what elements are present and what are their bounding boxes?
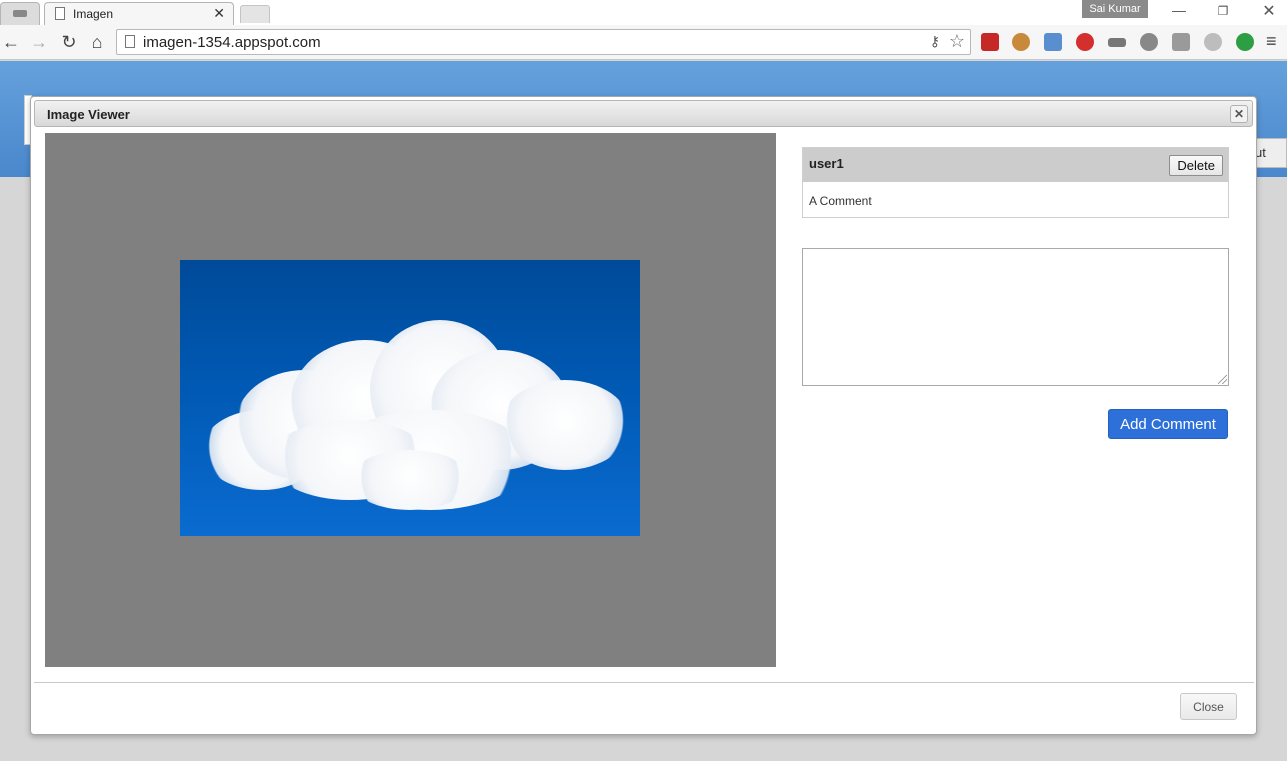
search-icon[interactable] bbox=[1140, 33, 1158, 51]
menu-icon[interactable]: ≡ bbox=[1266, 31, 1277, 52]
forward-icon[interactable]: → bbox=[28, 31, 50, 53]
browser-toolbar: ← → ↻ ⌂ imagen-1354.appspot.com ⚷ ☆ ≡ bbox=[0, 25, 1287, 60]
image-viewer-dialog: Image Viewer ✕ user1 Delete A Comment Ad… bbox=[30, 96, 1257, 735]
address-bar[interactable]: imagen-1354.appspot.com ⚷ ☆ bbox=[116, 29, 971, 55]
bookmark-icon[interactable] bbox=[981, 33, 999, 51]
key-icon[interactable]: ⚷ bbox=[930, 33, 940, 50]
evernote-icon[interactable] bbox=[1236, 33, 1254, 51]
cloud-image bbox=[180, 260, 640, 536]
tab-imagen[interactable]: Imagen ✕ bbox=[44, 2, 234, 25]
delete-comment-button[interactable]: Delete bbox=[1169, 155, 1223, 176]
add-comment-button[interactable]: Add Comment bbox=[1108, 409, 1228, 439]
tab-close-icon[interactable]: ✕ bbox=[213, 5, 225, 22]
dialog-close-icon[interactable]: ✕ bbox=[1230, 105, 1248, 123]
tab-strip: Imagen ✕ Sai Kumar — ❐ ✕ bbox=[0, 0, 1287, 25]
minimize-icon[interactable]: — bbox=[1164, 2, 1194, 18]
url-text[interactable]: imagen-1354.appspot.com bbox=[143, 34, 321, 51]
comment-username: user1 bbox=[809, 156, 844, 171]
tab-title: Imagen bbox=[73, 7, 114, 21]
bookmark-star-icon[interactable]: ☆ bbox=[949, 31, 965, 52]
image-viewer-pane bbox=[45, 133, 776, 667]
cookie-icon[interactable] bbox=[1012, 33, 1030, 51]
reload-icon[interactable]: ↻ bbox=[58, 31, 80, 53]
comment-text: A Comment bbox=[809, 194, 872, 208]
new-tab-button[interactable] bbox=[240, 5, 270, 23]
back-icon[interactable]: ← bbox=[0, 31, 22, 53]
dialog-footer-divider bbox=[34, 682, 1254, 683]
profile-badge[interactable]: Sai Kumar bbox=[1082, 0, 1148, 18]
comment-item: user1 Delete A Comment bbox=[802, 147, 1229, 218]
comment-header: user1 Delete bbox=[803, 148, 1228, 182]
document-icon bbox=[55, 7, 65, 20]
close-button[interactable]: Close bbox=[1180, 693, 1237, 720]
window-close-icon[interactable]: ✕ bbox=[1254, 1, 1284, 21]
comment-textarea[interactable] bbox=[802, 248, 1229, 386]
dialog-title: Image Viewer bbox=[47, 107, 130, 122]
incognito-icon bbox=[13, 10, 27, 17]
sync-icon[interactable] bbox=[1204, 33, 1222, 51]
rss-icon[interactable] bbox=[1172, 33, 1190, 51]
page-icon bbox=[125, 35, 135, 48]
home-icon[interactable]: ⌂ bbox=[86, 31, 108, 53]
incognito-ext-icon[interactable] bbox=[1108, 38, 1126, 47]
restore-icon[interactable]: ❐ bbox=[1208, 4, 1238, 18]
tab-incognito[interactable] bbox=[0, 2, 40, 25]
adblock-icon[interactable] bbox=[1076, 33, 1094, 51]
dialog-titlebar[interactable]: Image Viewer ✕ bbox=[34, 100, 1253, 127]
textarea-resize-handle[interactable] bbox=[1218, 375, 1227, 384]
image-icon[interactable] bbox=[1044, 33, 1062, 51]
